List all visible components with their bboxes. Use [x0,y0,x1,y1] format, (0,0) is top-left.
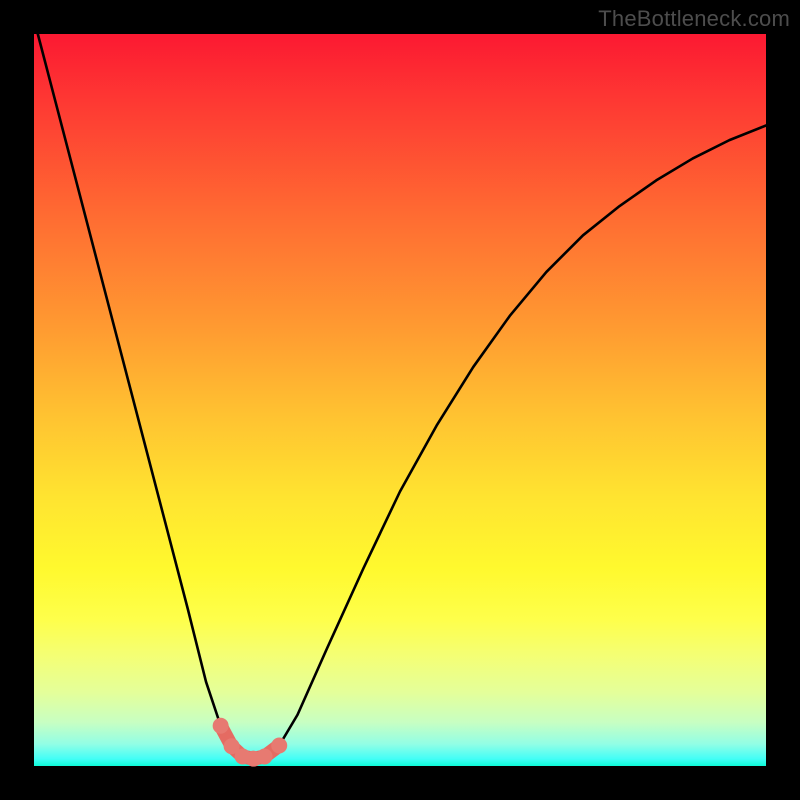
bottleneck-curve [34,19,766,758]
chart-svg [34,34,766,766]
marker-dot [271,738,287,754]
marker-dot [257,748,273,764]
plot-area [34,34,766,766]
watermark-text: TheBottleneck.com [598,6,790,32]
chart-frame: TheBottleneck.com [0,0,800,800]
marker-dot [213,718,229,734]
